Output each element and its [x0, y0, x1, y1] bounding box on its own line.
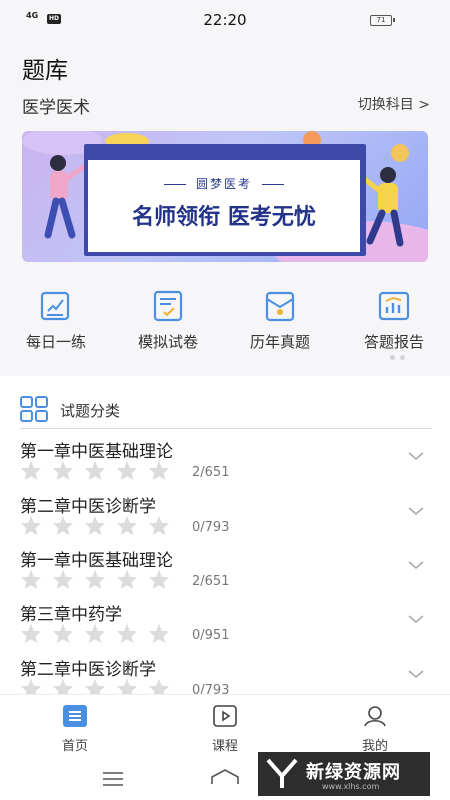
star-icon [148, 623, 170, 648]
star-icon [148, 515, 170, 540]
star-icon [116, 515, 138, 540]
battery-icon: 71 [370, 15, 395, 26]
star-icon [52, 569, 74, 594]
nav-label-mock: 模拟试卷 [137, 333, 198, 351]
play-course-icon [213, 705, 237, 727]
chapter-row[interactable]: 第三章中药学 0/951 [0, 600, 450, 655]
star-icon [84, 623, 106, 648]
chapter-progress-count: 0/951 [192, 628, 230, 643]
mock-exam-icon [153, 290, 183, 322]
tab-label-home: 首页 [61, 739, 88, 754]
watermark-text: 新绿资源网 [306, 762, 401, 783]
watermark-logo: 新绿资源网 www.xlhs.com [258, 752, 430, 796]
page-dot [390, 355, 395, 360]
chapter-row[interactable]: 第二章中医诊断学 0/793 [0, 492, 450, 547]
report-chart-icon [378, 291, 410, 321]
star-icon [84, 515, 106, 540]
tab-course[interactable]: 课程 [185, 695, 265, 761]
home-icon[interactable] [210, 768, 240, 786]
nav-label-past: 历年真题 [249, 333, 310, 351]
chapter-progress-count: 2/651 [192, 465, 230, 480]
page-title: 题库 [22, 58, 68, 84]
page-dot [400, 355, 405, 360]
bottom-tab-bar: 首页 课程 我的 [0, 694, 450, 760]
difficulty-stars [20, 623, 170, 648]
switch-subject-button[interactable]: 切换科目 > [358, 94, 430, 114]
chevron-down-icon[interactable] [407, 610, 425, 624]
star-icon [20, 515, 42, 540]
chapter-row[interactable]: 第一章中医基础理论 2/651 [0, 437, 450, 492]
star-icon [84, 460, 106, 485]
difficulty-stars [20, 569, 170, 594]
category-header: 试题分类 [0, 390, 450, 430]
difficulty-stars [20, 460, 170, 485]
star-icon [116, 569, 138, 594]
quick-nav: 每日一练 模拟试卷 历年真题 答题报告 [0, 290, 450, 351]
star-icon [116, 460, 138, 485]
star-icon [52, 460, 74, 485]
star-icon [148, 460, 170, 485]
menu-icon[interactable] [103, 772, 123, 786]
star-icon [52, 623, 74, 648]
chevron-down-icon[interactable] [407, 556, 425, 570]
chevron-down-icon[interactable] [407, 665, 425, 679]
tab-label-course: 课程 [211, 739, 238, 754]
chapter-name: 第二章中医诊断学 [20, 497, 156, 517]
star-icon [84, 569, 106, 594]
daily-practice-icon [40, 291, 70, 321]
chapter-progress-count: 0/793 [192, 520, 230, 535]
promo-banner[interactable]: 圆梦医考 名师领衔 医考无忧 [22, 131, 428, 262]
chapter-progress-count: 2/651 [192, 574, 230, 589]
grid-category-icon [20, 396, 48, 422]
chapter-row[interactable]: 第一章中医基础理论 2/651 [0, 546, 450, 601]
status-bar: 4G HD 22:20 71 [0, 0, 450, 40]
chevron-down-icon[interactable] [407, 447, 425, 461]
banner-tagline: 圆梦医考 [88, 175, 360, 192]
nav-label-daily: 每日一练 [25, 333, 86, 351]
divider [20, 428, 432, 429]
watermark-url: www.xlhs.com [322, 782, 380, 791]
banner-slogan: 名师领衔 医考无忧 [132, 205, 316, 230]
difficulty-stars [20, 515, 170, 540]
nav-label-report: 答题报告 [363, 333, 424, 351]
star-icon [52, 515, 74, 540]
category-title: 试题分类 [60, 402, 121, 420]
past-exam-icon [265, 291, 295, 322]
chapter-name: 第一章中医基础理论 [20, 551, 173, 571]
star-icon [20, 623, 42, 648]
user-icon [364, 706, 386, 727]
star-icon [116, 623, 138, 648]
chevron-down-icon[interactable] [407, 502, 425, 516]
star-icon [148, 569, 170, 594]
star-icon [20, 460, 42, 485]
chapter-name: 第一章中医基础理论 [20, 442, 173, 462]
tab-home[interactable]: 首页 [35, 695, 115, 761]
watermark-mark-icon [266, 758, 298, 788]
current-subject: 医学医术 [22, 98, 90, 118]
page-indicator [390, 355, 405, 360]
home-list-icon [63, 705, 87, 727]
chapter-name: 第三章中药学 [20, 605, 122, 625]
star-icon [20, 569, 42, 594]
chapter-name: 第二章中医诊断学 [20, 660, 156, 680]
